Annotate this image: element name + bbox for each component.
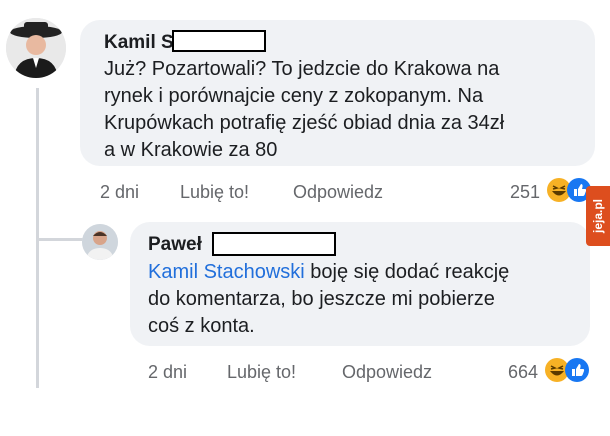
comment-author[interactable]: Paweł bbox=[148, 234, 202, 256]
like-icon bbox=[565, 358, 589, 382]
reaction-count[interactable]: 251 bbox=[500, 182, 540, 203]
mention-link[interactable]: Kamil Stachowski bbox=[148, 261, 305, 283]
avatar[interactable] bbox=[6, 18, 66, 78]
avatar[interactable] bbox=[82, 224, 118, 260]
like-button[interactable]: Lubię to! bbox=[180, 182, 249, 203]
comment-author[interactable]: Kamil S bbox=[104, 32, 174, 54]
redaction-box bbox=[172, 30, 266, 52]
watermark-logo: jeja.pl bbox=[586, 186, 610, 246]
comment-text: Kamil Stachowski boję się dodać reakcję … bbox=[148, 259, 509, 340]
reaction-count[interactable]: 664 bbox=[498, 362, 538, 383]
watermark-text: jeja.pl bbox=[591, 199, 605, 234]
comment-bubble: Paweł Kamil Stachowski boję się dodać re… bbox=[130, 222, 590, 346]
comment-bubble: Kamil S Już? Pozartowali? To jedzcie do … bbox=[80, 20, 595, 166]
comment-timestamp[interactable]: 2 dni bbox=[148, 362, 187, 383]
comment-timestamp[interactable]: 2 dni bbox=[100, 182, 139, 203]
reply-button[interactable]: Odpowiedz bbox=[342, 362, 432, 383]
comment-text: Już? Pozartowali? To jedzcie do Krakowa … bbox=[104, 58, 505, 161]
reply-connector bbox=[36, 238, 84, 241]
avatar-image bbox=[82, 224, 118, 260]
like-button[interactable]: Lubię to! bbox=[227, 362, 296, 383]
avatar-image bbox=[6, 18, 66, 78]
redaction-box bbox=[212, 232, 336, 256]
reply-button[interactable]: Odpowiedz bbox=[293, 182, 383, 203]
